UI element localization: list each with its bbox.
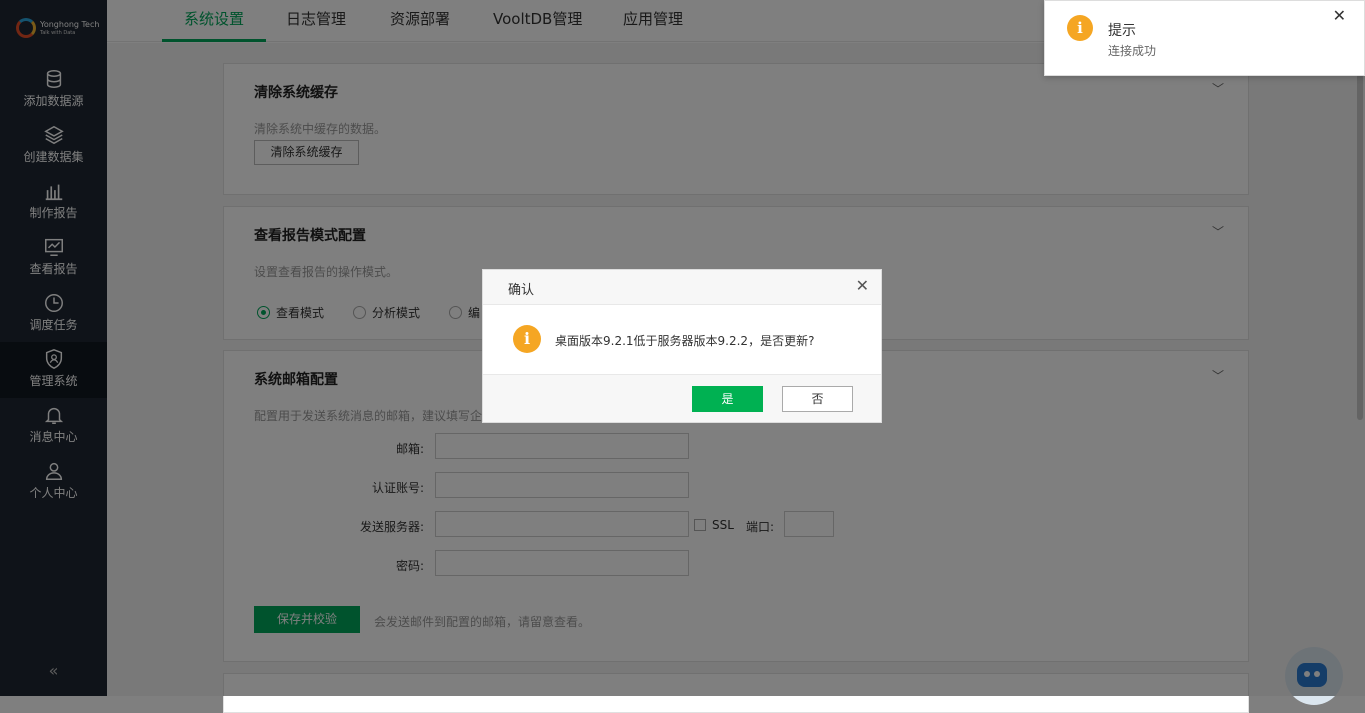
confirm-dialog: 确认 ✕ i 桌面版本9.2.1低于服务器版本9.2.2，是否更新? 是 否 [482,269,882,423]
warning-icon: i [513,325,541,353]
close-icon[interactable]: ✕ [856,276,869,295]
close-icon[interactable]: ✕ [1333,6,1346,25]
toast-title: 提示 [1108,23,1136,39]
dialog-title: 确认 [508,283,535,298]
yes-button[interactable]: 是 [692,386,763,412]
dialog-header: 确认 ✕ [483,270,881,305]
toast-notification: i 提示 连接成功 ✕ [1044,0,1365,76]
toast-message: 连接成功 [1108,44,1157,58]
info-icon: i [1067,15,1093,41]
dialog-message: 桌面版本9.2.1低于服务器版本9.2.2，是否更新? [555,334,815,348]
dialog-footer: 是 否 [483,374,881,422]
no-button[interactable]: 否 [782,386,853,412]
